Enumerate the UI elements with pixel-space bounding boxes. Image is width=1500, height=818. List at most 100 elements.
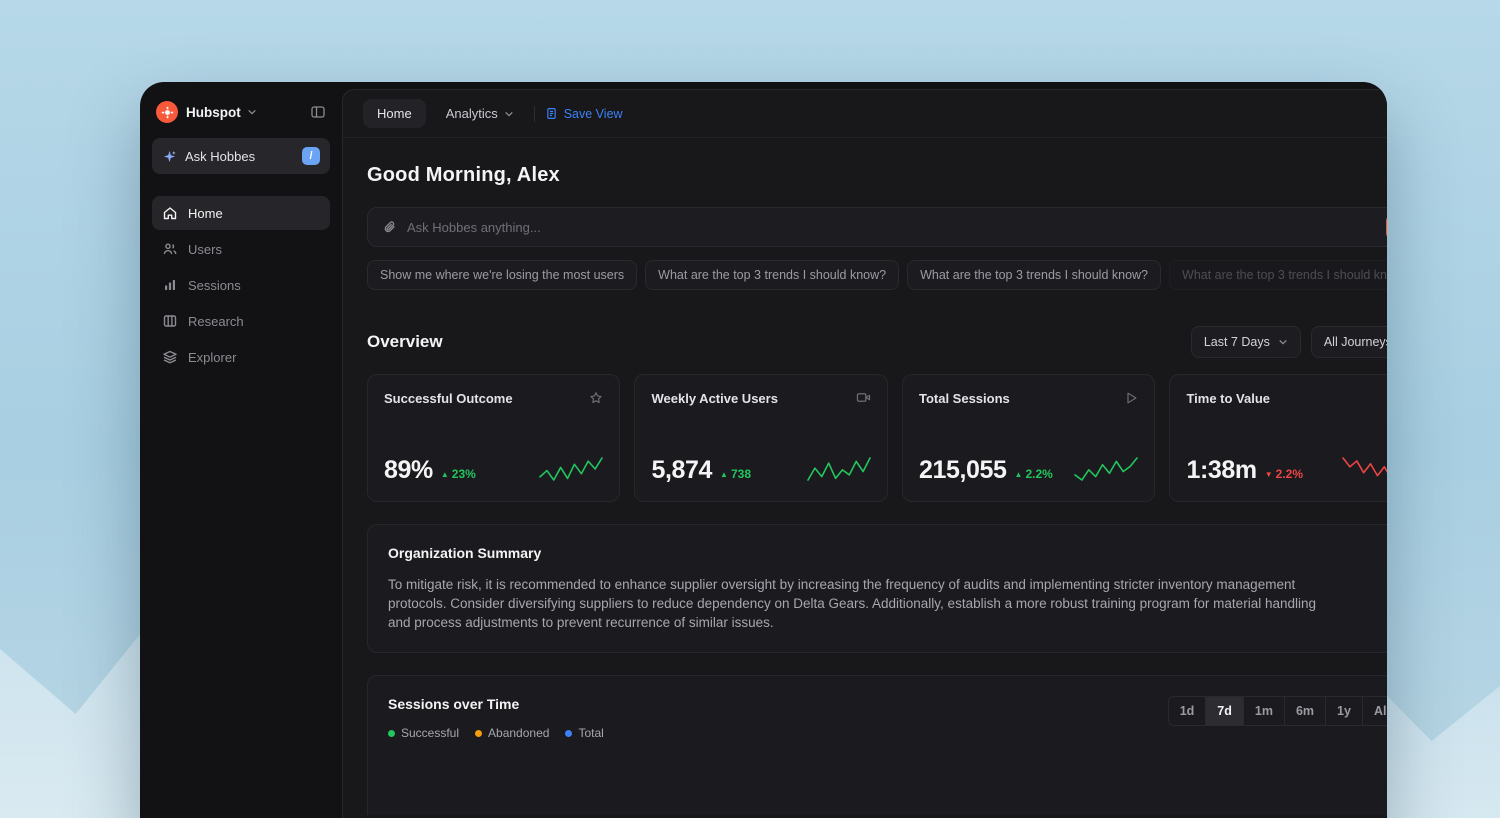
sidebar-toggle-icon[interactable] [310,104,326,120]
sidebar-item-explorer[interactable]: Explorer [152,340,330,374]
sidebar-item-sessions[interactable]: Sessions [152,268,330,302]
kpi-title: Time to Value [1186,391,1270,406]
sidebar-item-label: Explorer [188,350,236,365]
chevron-down-icon [504,109,514,119]
sessions-icon [162,277,178,293]
kpi-delta: ▲2.2% [1015,467,1053,481]
star-icon[interactable] [589,391,603,405]
kpi-card-time-to-value: Time to Value 1:38m ▼2.2% [1169,374,1387,502]
sparkline [1074,455,1138,483]
chart-legend: Successful Abandoned Total [388,726,604,740]
time-range-selector: 1d 7d 1m 6m 1y All [1168,696,1387,726]
save-view-label: Save View [564,107,623,121]
kpi-delta: ▲738 [720,467,751,481]
legend-item-total: Total [565,726,603,740]
play-icon[interactable] [1125,391,1138,405]
tab-analytics-label: Analytics [446,106,498,121]
hubspot-logo [156,101,178,123]
range-button-7d[interactable]: 7d [1206,696,1244,726]
tab-home[interactable]: Home [363,99,426,128]
sidebar-ask-hobbes[interactable]: Ask Hobbes / [152,138,330,174]
brand-row: Hubspot [152,96,330,128]
kpi-value: 1:38m [1186,456,1256,485]
kpi-card-successful-outcome: Successful Outcome 89% ▲23% [367,374,620,502]
suggestion-chip[interactable]: What are the top 3 trends I should know? [645,260,899,290]
overview-filters: Last 7 Days All Journeys [1191,326,1387,358]
legend-dot [475,730,482,737]
shortcut-badge: / [302,147,320,165]
date-range-label: Last 7 Days [1204,335,1270,349]
sidebar-item-users[interactable]: Users [152,232,330,266]
users-icon [162,241,178,257]
suggestion-chip[interactable]: What are the top 3 trends I should know? [1169,260,1387,290]
range-button-1d[interactable]: 1d [1168,696,1207,726]
legend-dot [565,730,572,737]
kpi-title: Total Sessions [919,391,1010,406]
main-wrap: Home Analytics Save View Good Morning, A… [342,82,1387,818]
kpi-card-total-sessions: Total Sessions 215,055 ▲2.2% [902,374,1155,502]
topbar: Home Analytics Save View [343,90,1387,138]
summary-body: To mitigate risk, it is recommended to e… [388,575,1318,632]
main-panel: Home Analytics Save View Good Morning, A… [342,89,1387,818]
sidebar-item-label: Research [188,314,244,329]
topbar-divider [534,106,535,122]
journeys-dropdown[interactable]: All Journeys [1311,326,1387,358]
tab-analytics[interactable]: Analytics [436,99,524,128]
sparkline [807,455,871,483]
brand-name: Hubspot [186,105,241,120]
sidebar-item-research[interactable]: Research [152,304,330,338]
kpi-title: Successful Outcome [384,391,513,406]
date-range-dropdown[interactable]: Last 7 Days [1191,326,1301,358]
sessions-chart-title: Sessions over Time [388,696,604,712]
sparkle-icon [162,149,177,164]
chevron-down-icon[interactable] [247,107,257,117]
sparkline [539,455,603,483]
journeys-label: All Journeys [1324,335,1387,349]
organization-summary-card: Organization Summary To mitigate risk, i… [367,524,1387,653]
home-icon [162,205,178,221]
sidebar-item-label: Users [188,242,222,257]
overview-title: Overview [367,332,443,352]
range-button-all[interactable]: All [1363,696,1387,726]
page-title: Good Morning, Alex [367,164,1387,187]
kpi-grid: Successful Outcome 89% ▲23% Weekly Activ… [367,374,1387,502]
sidebar-item-home[interactable]: Home [152,196,330,230]
range-button-1y[interactable]: 1y [1326,696,1363,726]
range-button-1m[interactable]: 1m [1244,696,1285,726]
sidebar-item-label: Home [188,206,223,221]
sparkline [1342,455,1387,483]
ask-input[interactable] [407,220,1376,235]
sidebar-nav: Home Users Sessions Research Explorer [152,196,330,374]
kpi-card-weekly-active-users: Weekly Active Users 5,874 ▲738 [634,374,887,502]
explorer-icon [162,349,178,365]
suggestion-chip[interactable]: Show me where we're losing the most user… [367,260,637,290]
sessions-over-time-card: Sessions over Time Successful Abandoned [367,675,1387,815]
overview-header: Overview Last 7 Days All Journeys [367,326,1387,358]
content: Good Morning, Alex Show me where we're l… [343,138,1387,818]
summary-title: Organization Summary [388,545,1387,561]
suggestion-chips: Show me where we're losing the most user… [367,260,1387,290]
range-button-6m[interactable]: 6m [1285,696,1326,726]
kpi-delta: ▼2.2% [1265,467,1303,481]
sidebar: Hubspot Ask Hobbes / Home Users [140,82,342,818]
paperclip-icon [382,220,397,235]
research-icon [162,313,178,329]
kpi-title: Weekly Active Users [651,391,777,406]
video-icon[interactable] [856,391,871,404]
kpi-value: 89% [384,456,433,485]
kpi-value: 215,055 [919,456,1007,485]
save-view-icon [545,107,558,120]
save-view-button[interactable]: Save View [545,107,623,121]
legend-item-abandoned: Abandoned [475,726,549,740]
app-window: Hubspot Ask Hobbes / Home Users [140,82,1387,818]
kpi-delta: ▲23% [441,467,476,481]
ask-hobbes-label: Ask Hobbes [185,149,255,164]
chevron-down-icon [1278,337,1288,347]
suggestion-chip[interactable]: What are the top 3 trends I should know? [907,260,1161,290]
send-button[interactable] [1386,215,1387,239]
legend-item-successful: Successful [388,726,459,740]
legend-dot [388,730,395,737]
sidebar-item-label: Sessions [188,278,241,293]
ask-input-container [367,207,1387,247]
kpi-value: 5,874 [651,456,712,485]
